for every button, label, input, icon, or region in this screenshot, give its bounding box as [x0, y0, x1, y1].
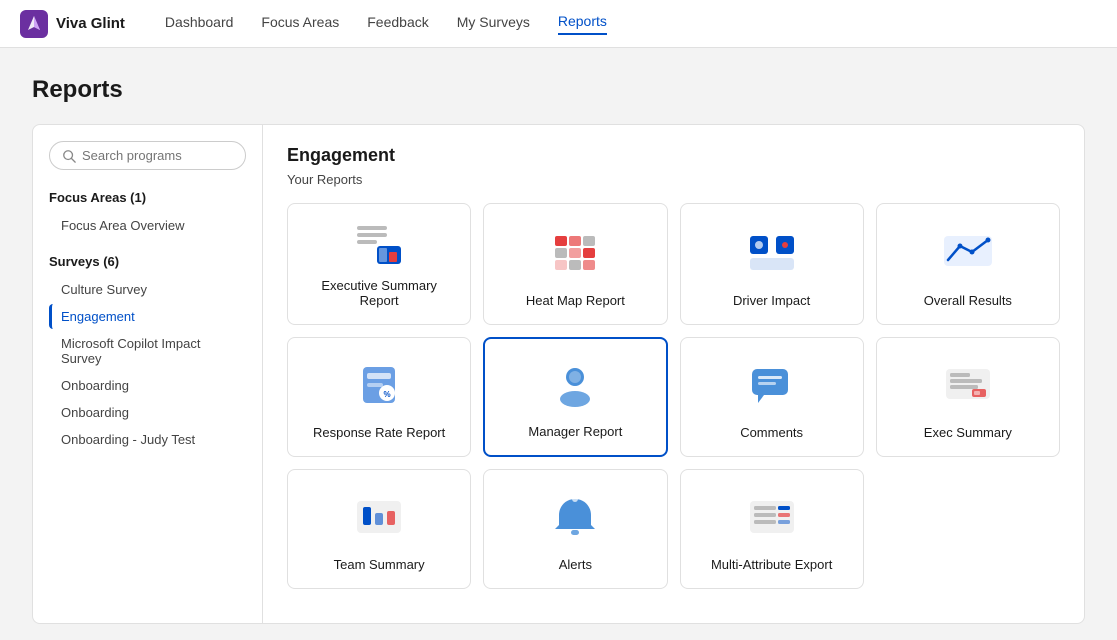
sidebar-item-engagement[interactable]: Engagement — [49, 304, 246, 329]
team-summary-label: Team Summary — [334, 557, 425, 572]
page-wrapper: Reports Focus Areas (1) Focus Area Overv… — [0, 48, 1117, 624]
search-programs-input[interactable] — [82, 148, 233, 163]
sidebar-item-microsoft-copilot[interactable]: Microsoft Copilot Impact Survey — [49, 331, 246, 371]
exec-summary-report-icon — [349, 220, 409, 270]
report-card-exec-summary-report[interactable]: Executive Summary Report — [287, 203, 471, 325]
nav-my-surveys[interactable]: My Surveys — [457, 14, 530, 34]
section-title: Engagement — [287, 145, 1060, 166]
sidebar-item-onboarding-2[interactable]: Onboarding — [49, 400, 246, 425]
response-rate-report-label: Response Rate Report — [313, 425, 445, 440]
exec-summary-label: Exec Summary — [924, 425, 1012, 440]
heat-map-report-label: Heat Map Report — [526, 293, 625, 308]
sidebar-item-onboarding-1[interactable]: Onboarding — [49, 373, 246, 398]
sidebar-focus-areas-section: Focus Areas (1) Focus Area Overview — [49, 190, 246, 238]
driver-impact-icon — [742, 220, 802, 285]
team-summary-icon — [349, 486, 409, 549]
report-card-response-rate-report[interactable]: % Response Rate Report — [287, 337, 471, 457]
search-programs-box[interactable] — [49, 141, 246, 170]
sidebar: Focus Areas (1) Focus Area Overview Surv… — [33, 125, 263, 623]
overall-results-label: Overall Results — [924, 293, 1012, 308]
manager-report-icon — [545, 355, 605, 416]
nav-dashboard[interactable]: Dashboard — [165, 14, 234, 34]
report-card-heat-map-report[interactable]: Heat Map Report — [483, 203, 667, 325]
report-card-alerts[interactable]: Alerts — [483, 469, 667, 589]
logo[interactable]: Viva Glint — [20, 10, 125, 38]
nav-links: Dashboard Focus Areas Feedback My Survey… — [165, 13, 607, 35]
report-card-comments[interactable]: Comments — [680, 337, 864, 457]
heat-map-report-icon — [545, 220, 605, 285]
sidebar-surveys-section: Surveys (6) Culture Survey Engagement Mi… — [49, 254, 246, 452]
comments-label: Comments — [740, 425, 803, 440]
reports-grid: Executive Summary Report — [287, 203, 1060, 589]
overall-results-icon — [938, 220, 998, 285]
report-card-overall-results[interactable]: Overall Results — [876, 203, 1060, 325]
report-card-manager-report[interactable]: Manager Report — [483, 337, 667, 457]
viva-glint-logo-icon — [20, 10, 48, 38]
nav-reports[interactable]: Reports — [558, 13, 607, 35]
alerts-icon — [545, 486, 605, 549]
exec-summary-report-label: Executive Summary Report — [304, 278, 454, 308]
sidebar-item-onboarding-judy[interactable]: Onboarding - Judy Test — [49, 427, 246, 452]
sidebar-surveys-header: Surveys (6) — [49, 254, 246, 269]
page-title: Reports — [32, 76, 1085, 104]
search-icon — [62, 149, 76, 163]
multi-attribute-export-label: Multi-Attribute Export — [711, 557, 832, 572]
sidebar-item-focus-area-overview[interactable]: Focus Area Overview — [49, 213, 246, 238]
comments-icon — [742, 354, 802, 417]
logo-text: Viva Glint — [56, 15, 125, 32]
multi-attribute-export-icon — [742, 486, 802, 549]
report-card-team-summary[interactable]: Team Summary — [287, 469, 471, 589]
nav-focus-areas[interactable]: Focus Areas — [261, 14, 339, 34]
top-navigation: Viva Glint Dashboard Focus Areas Feedbac… — [0, 0, 1117, 48]
sidebar-item-culture-survey[interactable]: Culture Survey — [49, 277, 246, 302]
report-card-multi-attribute-export[interactable]: Multi-Attribute Export — [680, 469, 864, 589]
alerts-label: Alerts — [559, 557, 592, 572]
manager-report-label: Manager Report — [528, 424, 622, 439]
report-card-exec-summary[interactable]: Exec Summary — [876, 337, 1060, 457]
sidebar-focus-areas-header: Focus Areas (1) — [49, 190, 246, 205]
report-card-driver-impact[interactable]: Driver Impact — [680, 203, 864, 325]
svg-text:%: % — [384, 390, 391, 399]
main-content: Engagement Your Reports — [263, 125, 1084, 623]
subsection-title: Your Reports — [287, 172, 1060, 187]
nav-feedback[interactable]: Feedback — [367, 14, 428, 34]
response-rate-report-icon: % — [349, 354, 409, 417]
driver-impact-label: Driver Impact — [733, 293, 810, 308]
content-area: Focus Areas (1) Focus Area Overview Surv… — [32, 124, 1085, 624]
exec-summary-icon — [938, 354, 998, 417]
